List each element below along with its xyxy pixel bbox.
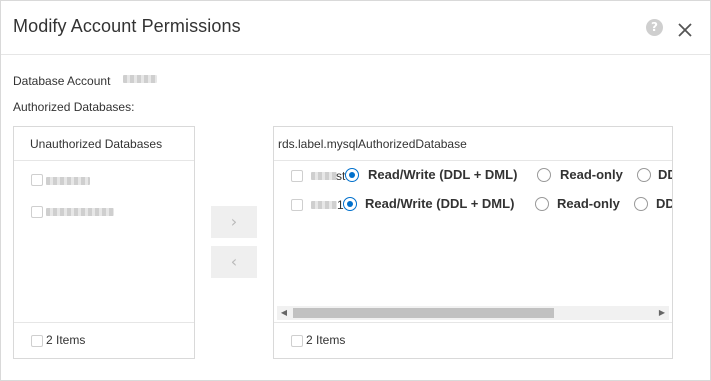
authorized-list-viewport: st Read/Write (DDL + DML) Read-only DD 1… (274, 162, 672, 305)
scroll-right-arrow-icon[interactable]: ▶ (655, 306, 669, 320)
unauthorized-items-count: 2 Items (46, 333, 86, 347)
close-icon[interactable] (676, 21, 694, 39)
authorized-row-1-name-suffix: st (336, 169, 346, 183)
dialog-title: Modify Account Permissions (13, 16, 241, 36)
unauthorized-panel-header: Unauthorized Databases (14, 127, 194, 161)
authorized-panel-title: rds.label.mysqlAuthorizedDatabase (278, 137, 467, 151)
authorized-databases-label: Authorized Databases: (13, 100, 135, 114)
authorized-select-all-checkbox[interactable] (291, 335, 303, 347)
unauthorized-row-1-checkbox[interactable] (31, 174, 43, 186)
authorized-databases-panel: rds.label.mysqlAuthorizedDatabase st Rea… (273, 126, 673, 359)
row-1-readwrite-label[interactable]: Read/Write (DDL + DML) (368, 167, 517, 182)
row-1-dd-label[interactable]: DD (658, 167, 672, 182)
modify-permissions-dialog: Modify Account Permissions ? Database Ac… (0, 0, 711, 381)
row-2-dd-radio[interactable] (634, 197, 648, 211)
unauthorized-select-all-checkbox[interactable] (31, 335, 43, 347)
row-2-readwrite-label[interactable]: Read/Write (DDL + DML) (365, 196, 514, 211)
row-1-readwrite-radio[interactable] (345, 168, 359, 182)
scrollbar-thumb[interactable] (293, 308, 554, 318)
authorized-items-count: 2 Items (306, 333, 346, 347)
row-1-readonly-label[interactable]: Read-only (560, 167, 623, 182)
unauthorized-row-1-name-redacted (46, 177, 90, 185)
unauthorized-panel-footer: 2 Items (14, 322, 194, 358)
scroll-left-arrow-icon[interactable]: ◀ (277, 306, 291, 320)
authorized-row-2-checkbox[interactable] (291, 199, 303, 211)
unauthorized-row-2-name-redacted (46, 208, 114, 216)
unauthorized-row-2-checkbox[interactable] (31, 206, 43, 218)
authorized-row-1-checkbox[interactable] (291, 170, 303, 182)
move-right-button[interactable]: › (211, 206, 257, 238)
database-account-label: Database Account (13, 74, 111, 88)
account-value-redacted (123, 75, 157, 83)
row-1-dd-radio[interactable] (637, 168, 651, 182)
unauthorized-panel-title: Unauthorized Databases (30, 137, 163, 151)
row-2-readonly-radio[interactable] (535, 197, 549, 211)
authorized-row-2-name-redacted (311, 201, 337, 209)
authorized-panel-footer: 2 Items (274, 322, 672, 358)
row-2-readwrite-radio[interactable] (343, 197, 357, 211)
move-left-button[interactable]: ‹ (211, 246, 257, 278)
row-2-readonly-label[interactable]: Read-only (557, 196, 620, 211)
unauthorized-databases-panel: Unauthorized Databases 2 Items (13, 126, 195, 359)
row-2-dd-label[interactable]: DD (656, 196, 672, 211)
dialog-header: Modify Account Permissions ? (1, 1, 710, 55)
horizontal-scrollbar[interactable]: ◀ ▶ (277, 306, 669, 320)
authorized-panel-header: rds.label.mysqlAuthorizedDatabase (274, 127, 672, 161)
authorized-row-1-name-redacted (311, 172, 337, 180)
row-1-readonly-radio[interactable] (537, 168, 551, 182)
help-icon[interactable]: ? (646, 19, 663, 36)
